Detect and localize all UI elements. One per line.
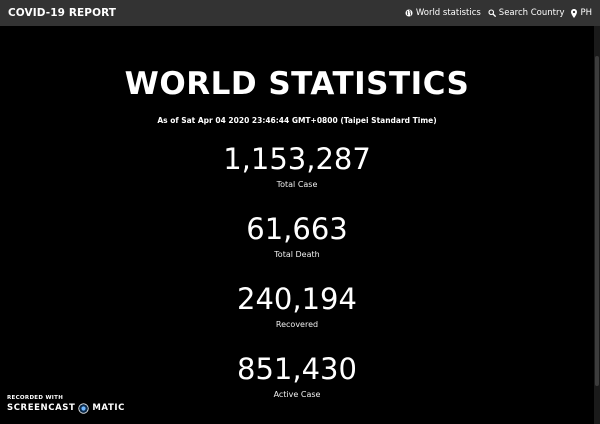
brand-link[interactable]: COVID-19 REPORT xyxy=(8,7,116,19)
stat-label: Recovered xyxy=(275,320,319,329)
page-title: WORLD STATISTICS xyxy=(124,66,470,102)
watermark-brand-left: SCREENCAST xyxy=(7,403,76,413)
map-marker-icon xyxy=(571,8,578,18)
nav-links: World statistics Search Country PH xyxy=(405,8,592,18)
watermark-brand: SCREENCAST MATIC xyxy=(7,402,125,415)
stat-active-case: 851,430 Active Case xyxy=(0,352,594,400)
navbar: COVID-19 REPORT World statistics Search … xyxy=(0,0,600,26)
stat-value: 1,153,287 xyxy=(223,142,371,176)
globe-icon xyxy=(405,9,413,17)
vertical-scrollbar[interactable] xyxy=(594,26,600,424)
nav-search-country-label: Search Country xyxy=(498,8,565,18)
stat-total-death: 61,663 Total Death xyxy=(0,212,594,260)
stat-value: 240,194 xyxy=(237,282,357,316)
nav-search-country[interactable]: Search Country xyxy=(488,8,565,18)
stat-label: Total Case xyxy=(276,180,318,189)
scrollbar-thumb[interactable] xyxy=(595,56,599,386)
screencast-watermark: RECORDED WITH SCREENCAST MATIC xyxy=(7,395,125,415)
nav-country-ph-label: PH xyxy=(580,8,592,18)
stat-recovered: 240,194 Recovered xyxy=(0,282,594,330)
watermark-brand-right: MATIC xyxy=(92,403,125,413)
page: COVID-19 REPORT World statistics Search … xyxy=(0,0,600,424)
watermark-recorded-with: RECORDED WITH xyxy=(7,395,64,401)
screencast-logo-icon xyxy=(78,403,90,414)
stat-total-case: 1,153,287 Total Case xyxy=(0,142,594,190)
last-updated-text: As of Sat Apr 04 2020 23:46:44 GMT+0800 … xyxy=(157,116,437,125)
nav-world-statistics-label: World statistics xyxy=(415,8,481,18)
stat-value: 851,430 xyxy=(237,352,357,386)
search-icon xyxy=(488,9,496,17)
main-content: WORLD STATISTICS As of Sat Apr 04 2020 2… xyxy=(0,26,594,400)
nav-world-statistics[interactable]: World statistics xyxy=(405,8,481,18)
nav-country-ph[interactable]: PH xyxy=(571,8,592,18)
stat-label: Total Death xyxy=(274,250,320,259)
stat-value: 61,663 xyxy=(246,212,348,246)
